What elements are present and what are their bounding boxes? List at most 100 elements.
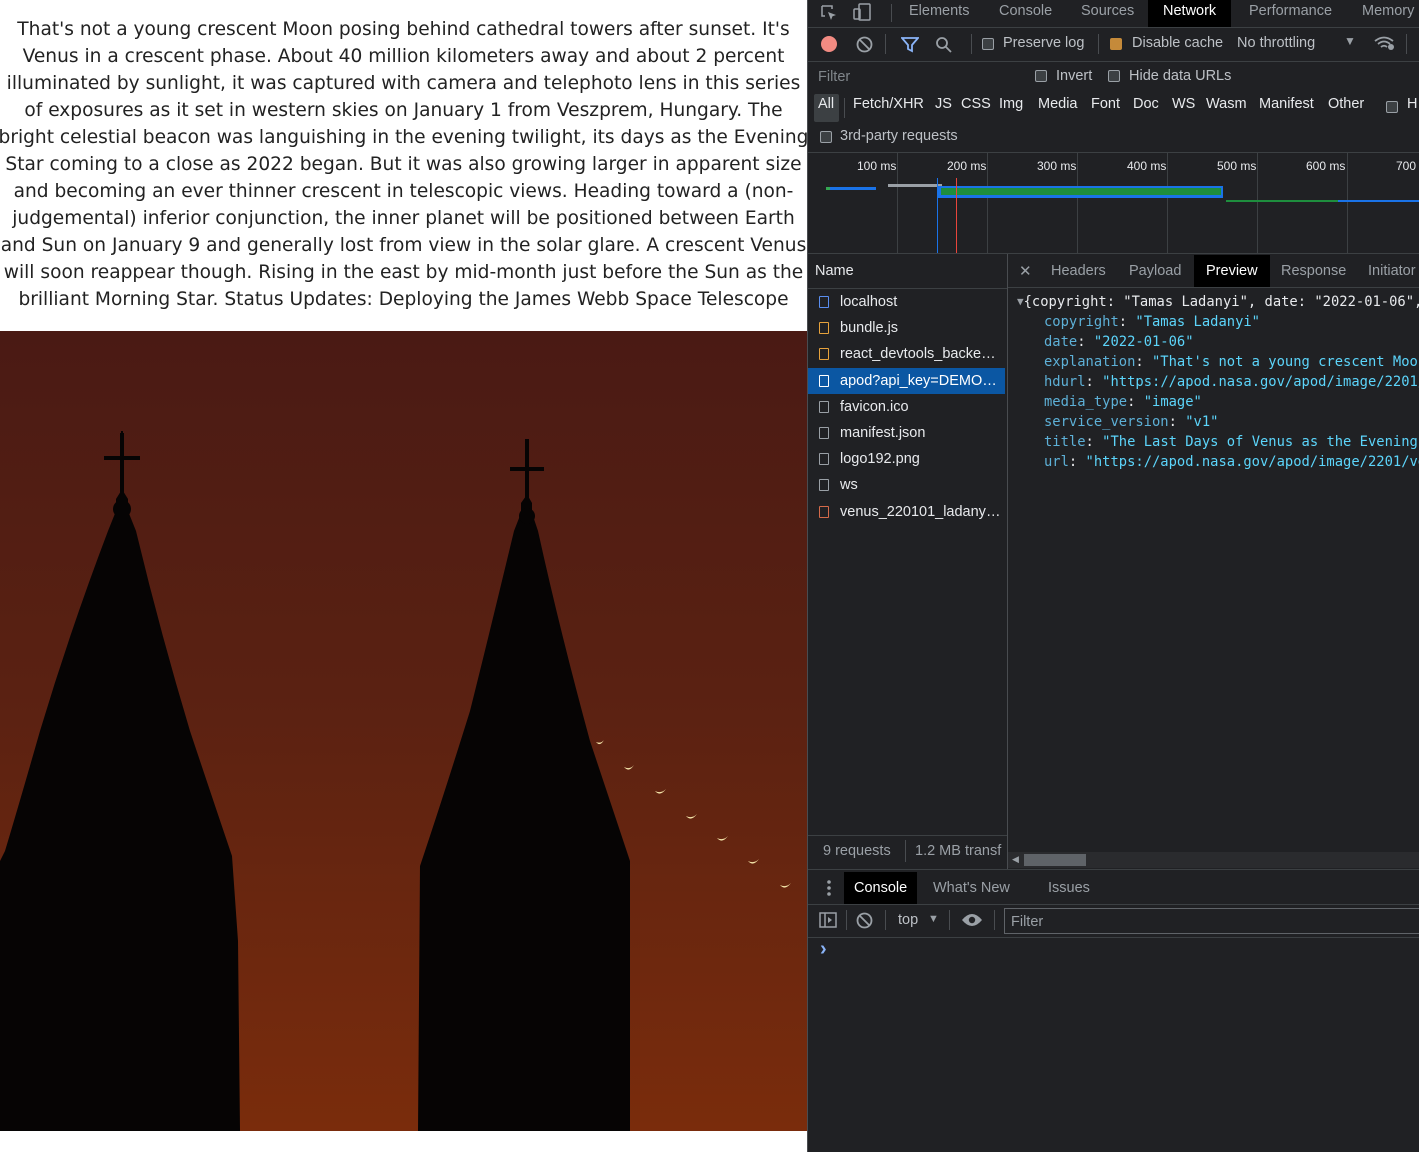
requests-name-header[interactable]: Name bbox=[815, 263, 854, 279]
json-colon: : bbox=[1168, 414, 1186, 430]
close-icon[interactable]: ✕ bbox=[1019, 262, 1032, 280]
invert-checkbox[interactable] bbox=[1035, 70, 1047, 82]
tab-sources[interactable]: Sources bbox=[1081, 0, 1134, 27]
json-summary[interactable]: {copyright: "Tamas Ladanyi", date: "2022… bbox=[1024, 294, 1419, 310]
tab-initiator[interactable]: Initiator bbox=[1368, 255, 1416, 287]
device-toolbar-icon[interactable] bbox=[852, 2, 872, 22]
drawer-tab-issues[interactable]: Issues bbox=[1048, 872, 1090, 904]
json-field[interactable]: title: "The Last Days of Venus as the Ev… bbox=[1008, 432, 1419, 452]
drawer-tab-whats-new[interactable]: What's New bbox=[933, 872, 1010, 904]
disable-cache-label: Disable cache bbox=[1132, 35, 1224, 51]
request-row[interactable]: bundle.js bbox=[808, 315, 1005, 341]
filter-input[interactable]: Filter bbox=[810, 64, 1026, 90]
filter-manifest[interactable]: Manifest bbox=[1259, 96, 1314, 112]
document-icon bbox=[819, 296, 829, 308]
json-key: url bbox=[1044, 454, 1069, 470]
json-value: "https://apod.nasa.gov/apod/image/2201/v… bbox=[1085, 454, 1419, 470]
filter-fetch-xhr[interactable]: Fetch/XHR bbox=[853, 96, 924, 112]
request-row[interactable]: venus_220101_ladanyi.jpg bbox=[808, 499, 1005, 525]
filter-doc[interactable]: Doc bbox=[1133, 96, 1159, 112]
json-colon: : bbox=[1068, 454, 1086, 470]
blocked-requests-checkbox[interactable] bbox=[1386, 101, 1398, 113]
json-key: media_type bbox=[1044, 394, 1128, 410]
json-field[interactable]: media_type: "image" bbox=[1008, 392, 1419, 412]
console-filter-input[interactable]: Filter bbox=[1004, 908, 1419, 934]
inspect-element-icon[interactable] bbox=[820, 4, 838, 22]
json-key: explanation bbox=[1044, 354, 1136, 370]
request-row[interactable]: logo192.png bbox=[808, 446, 1005, 472]
file-icon bbox=[819, 400, 829, 413]
filter-css[interactable]: CSS bbox=[961, 96, 991, 112]
json-field[interactable]: service_version: "v1" bbox=[1008, 412, 1419, 432]
third-party-checkbox[interactable] bbox=[820, 131, 832, 143]
console-prompt[interactable]: › bbox=[820, 938, 827, 961]
json-field[interactable]: url: "https://apod.nasa.gov/apod/image/2… bbox=[1008, 452, 1419, 472]
json-value: "v1" bbox=[1185, 414, 1219, 430]
invert-label: Invert bbox=[1056, 68, 1093, 84]
request-row[interactable]: manifest.json bbox=[808, 420, 1005, 446]
request-row[interactable]: localhost bbox=[808, 289, 1005, 315]
json-preview: ▼{copyright: "Tamas Ladanyi", date: "202… bbox=[1008, 292, 1419, 472]
clear-console-icon[interactable] bbox=[856, 912, 873, 933]
drawer-tab-console[interactable]: Console bbox=[844, 872, 918, 904]
tab-preview[interactable]: Preview bbox=[1194, 255, 1270, 287]
horizontal-scrollbar[interactable]: ◀ bbox=[1008, 852, 1419, 868]
request-row[interactable]: apod?api_key=DEMO_KEY bbox=[808, 367, 1005, 394]
filter-other[interactable]: Other bbox=[1328, 96, 1364, 112]
request-row[interactable]: ws bbox=[808, 472, 1005, 498]
scrollbar-thumb[interactable] bbox=[1024, 854, 1086, 866]
scroll-left-icon[interactable]: ◀ bbox=[1012, 854, 1019, 865]
filter-ws[interactable]: WS bbox=[1172, 96, 1195, 112]
json-value: "https://apod.nasa.gov/apod/image/2201/ bbox=[1102, 374, 1419, 390]
drawer-menu-icon[interactable] bbox=[827, 879, 831, 901]
timeline-tick: 100 ms bbox=[857, 159, 897, 173]
json-colon: : bbox=[1135, 354, 1152, 370]
live-expression-eye-icon[interactable] bbox=[961, 913, 983, 931]
filter-media[interactable]: Media bbox=[1038, 96, 1078, 112]
tab-payload[interactable]: Payload bbox=[1129, 255, 1181, 287]
context-select[interactable]: top bbox=[898, 912, 918, 928]
preserve-log-checkbox[interactable] bbox=[982, 38, 994, 50]
clear-icon[interactable] bbox=[856, 36, 873, 57]
network-conditions-icon[interactable] bbox=[1374, 35, 1396, 56]
filter-font[interactable]: Font bbox=[1091, 96, 1120, 112]
request-row[interactable]: react_devtools_backend.js bbox=[808, 341, 1005, 367]
tab-memory[interactable]: Memory bbox=[1362, 0, 1414, 27]
preserve-log-label: Preserve log bbox=[1003, 35, 1085, 51]
tab-network[interactable]: Network bbox=[1148, 0, 1232, 27]
hide-data-urls-checkbox[interactable] bbox=[1108, 70, 1120, 82]
filter-icon[interactable] bbox=[900, 36, 920, 57]
timeline-tick: 300 ms bbox=[1037, 159, 1077, 173]
json-colon: : bbox=[1077, 334, 1094, 350]
search-icon[interactable] bbox=[935, 36, 952, 57]
disable-cache-checkbox[interactable] bbox=[1110, 38, 1122, 50]
tab-console[interactable]: Console bbox=[999, 0, 1052, 27]
tab-response[interactable]: Response bbox=[1281, 255, 1346, 287]
json-field[interactable]: copyright: "Tamas Ladanyi" bbox=[1008, 312, 1419, 332]
filter-wasm[interactable]: Wasm bbox=[1206, 96, 1247, 112]
json-field[interactable]: explanation: "That's not a young crescen… bbox=[1008, 352, 1419, 372]
filter-img[interactable]: Img bbox=[999, 96, 1023, 112]
request-count: 9 requests bbox=[823, 843, 891, 859]
throttling-select[interactable]: No throttling bbox=[1237, 35, 1315, 51]
request-row[interactable]: favicon.ico bbox=[808, 394, 1005, 420]
json-value: "That's not a young crescent Moon bbox=[1152, 354, 1419, 370]
tab-headers[interactable]: Headers bbox=[1051, 255, 1106, 287]
triangle-down-icon[interactable]: ▼ bbox=[1017, 295, 1024, 308]
json-field[interactable]: date: "2022-01-06" bbox=[1008, 332, 1419, 352]
json-colon: : bbox=[1085, 374, 1103, 390]
hide-data-urls-label: Hide data URLs bbox=[1129, 68, 1232, 84]
chevron-down-icon: ▼ bbox=[1344, 34, 1356, 48]
tab-elements[interactable]: Elements bbox=[909, 0, 969, 27]
timeline-tick: 600 ms bbox=[1306, 159, 1346, 173]
filter-js[interactable]: JS bbox=[935, 96, 952, 112]
timeline-tick: 400 ms bbox=[1127, 159, 1167, 173]
json-field[interactable]: hdurl: "https://apod.nasa.gov/apod/image… bbox=[1008, 372, 1419, 392]
json-value: "The Last Days of Venus as the Evening bbox=[1102, 434, 1418, 450]
json-colon: : bbox=[1118, 314, 1136, 330]
record-icon[interactable] bbox=[821, 36, 837, 52]
console-sidebar-icon[interactable] bbox=[819, 912, 837, 932]
tab-performance[interactable]: Performance bbox=[1249, 0, 1332, 27]
filter-all[interactable]: All bbox=[818, 96, 834, 112]
request-name: favicon.ico bbox=[840, 398, 909, 415]
